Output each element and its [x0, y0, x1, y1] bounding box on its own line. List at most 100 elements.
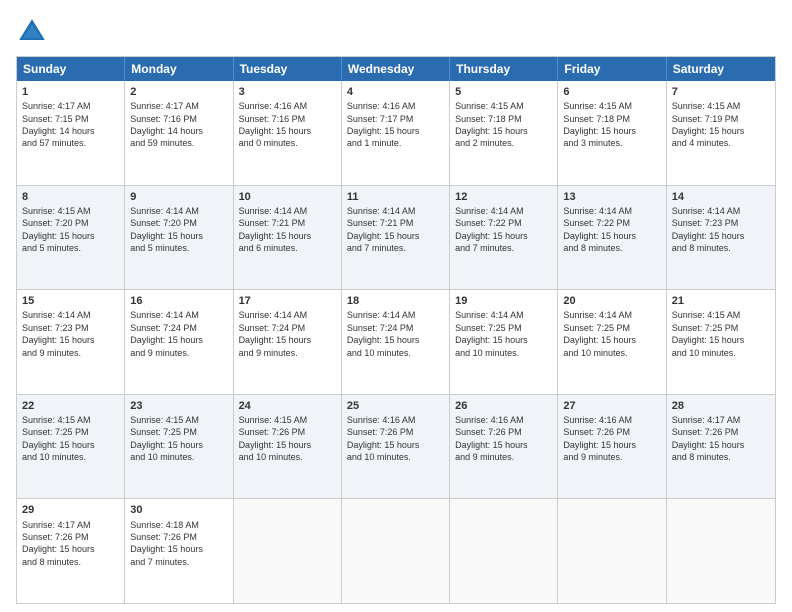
day-info: Sunrise: 4:14 AM Sunset: 7:21 PM Dayligh… [239, 206, 312, 253]
day-info: Sunrise: 4:14 AM Sunset: 7:25 PM Dayligh… [563, 310, 636, 357]
day-cell-25: 25Sunrise: 4:16 AM Sunset: 7:26 PM Dayli… [342, 395, 450, 499]
day-number: 17 [239, 294, 336, 308]
day-cell-1: 1 Sunrise: 4:17 AM Sunset: 7:15 PM Daylig… [17, 81, 125, 185]
day-number: 11 [347, 190, 444, 204]
day-number: 2 [130, 85, 227, 99]
day-cell-4: 4 Sunrise: 4:16 AM Sunset: 7:17 PM Daylig… [342, 81, 450, 185]
day-cell-5: 5Sunrise: 4:15 AM Sunset: 7:18 PM Daylig… [450, 81, 558, 185]
day-cell-24: 24 Sunrise: 4:15 AM Sunset: 7:26 PM Dayli… [234, 395, 342, 499]
day-number: 30 [130, 503, 227, 517]
header [16, 16, 776, 48]
day-cell-7: 7Sunrise: 4:15 AM Sunset: 7:19 PM Daylig… [667, 81, 775, 185]
day-info: Sunrise: 4:17 AM Sunset: 7:26 PM Dayligh… [672, 415, 745, 462]
day-number: 29 [22, 503, 119, 517]
day-info: Sunrise: 4:14 AM Sunset: 7:23 PM Dayligh… [22, 310, 95, 357]
day-cell-30: 30 Sunrise: 4:18 AM Sunset: 7:26 PM Dayli… [125, 499, 233, 603]
day-cell-26: 26 Sunrise: 4:16 AM Sunset: 7:26 PM Dayli… [450, 395, 558, 499]
day-number: 28 [672, 399, 770, 413]
day-cell-2: 2 Sunrise: 4:17 AM Sunset: 7:16 PM Daylig… [125, 81, 233, 185]
day-cell-17: 17 Sunrise: 4:14 AM Sunset: 7:24 PM Dayli… [234, 290, 342, 394]
day-info: Sunrise: 4:15 AM Sunset: 7:25 PM Dayligh… [672, 310, 745, 357]
day-number: 13 [563, 190, 660, 204]
day-cell-19: 19Sunrise: 4:14 AM Sunset: 7:25 PM Dayli… [450, 290, 558, 394]
day-number: 27 [563, 399, 660, 413]
day-cell-9: 9 Sunrise: 4:14 AM Sunset: 7:20 PM Daylig… [125, 186, 233, 290]
day-info: Sunrise: 4:14 AM Sunset: 7:21 PM Dayligh… [347, 206, 420, 253]
day-cell-10: 10 Sunrise: 4:14 AM Sunset: 7:21 PM Dayli… [234, 186, 342, 290]
empty-cell [450, 499, 558, 603]
day-cell-18: 18 Sunrise: 4:14 AM Sunset: 7:24 PM Dayli… [342, 290, 450, 394]
day-info: Sunrise: 4:17 AM Sunset: 7:16 PM Dayligh… [130, 101, 203, 148]
day-info: Sunrise: 4:15 AM Sunset: 7:20 PM Dayligh… [22, 206, 95, 253]
day-cell-15: 15 Sunrise: 4:14 AM Sunset: 7:23 PM Dayli… [17, 290, 125, 394]
day-number: 4 [347, 85, 444, 99]
day-number: 8 [22, 190, 119, 204]
day-number: 22 [22, 399, 119, 413]
calendar: SundayMondayTuesdayWednesdayThursdayFrid… [16, 56, 776, 604]
day-cell-16: 16 Sunrise: 4:14 AM Sunset: 7:24 PM Dayli… [125, 290, 233, 394]
day-cell-22: 22 Sunrise: 4:15 AM Sunset: 7:25 PM Dayli… [17, 395, 125, 499]
day-cell-11: 11 Sunrise: 4:14 AM Sunset: 7:21 PM Dayli… [342, 186, 450, 290]
page: SundayMondayTuesdayWednesdayThursdayFrid… [0, 0, 792, 612]
day-info: Sunrise: 4:18 AM Sunset: 7:26 PM Dayligh… [130, 520, 203, 567]
day-cell-23: 23Sunrise: 4:15 AM Sunset: 7:25 PM Dayli… [125, 395, 233, 499]
day-info: Sunrise: 4:14 AM Sunset: 7:22 PM Dayligh… [455, 206, 528, 253]
calendar-body: 1 Sunrise: 4:17 AM Sunset: 7:15 PM Daylig… [17, 81, 775, 603]
day-info: Sunrise: 4:15 AM Sunset: 7:18 PM Dayligh… [563, 101, 636, 148]
logo-icon [16, 16, 48, 48]
empty-cell [558, 499, 666, 603]
calendar-row-1: 1 Sunrise: 4:17 AM Sunset: 7:15 PM Daylig… [17, 81, 775, 185]
day-number: 5 [455, 85, 552, 99]
day-cell-12: 12Sunrise: 4:14 AM Sunset: 7:22 PM Dayli… [450, 186, 558, 290]
calendar-row-5: 29 Sunrise: 4:17 AM Sunset: 7:26 PM Dayli… [17, 498, 775, 603]
day-number: 3 [239, 85, 336, 99]
day-number: 21 [672, 294, 770, 308]
header-day-thursday: Thursday [450, 57, 558, 81]
day-number: 10 [239, 190, 336, 204]
day-cell-20: 20 Sunrise: 4:14 AM Sunset: 7:25 PM Dayli… [558, 290, 666, 394]
day-info: Sunrise: 4:15 AM Sunset: 7:26 PM Dayligh… [239, 415, 312, 462]
empty-cell [342, 499, 450, 603]
day-info: Sunrise: 4:14 AM Sunset: 7:23 PM Dayligh… [672, 206, 745, 253]
header-day-sunday: Sunday [17, 57, 125, 81]
day-number: 9 [130, 190, 227, 204]
day-cell-28: 28 Sunrise: 4:17 AM Sunset: 7:26 PM Dayli… [667, 395, 775, 499]
day-number: 18 [347, 294, 444, 308]
day-info: Sunrise: 4:16 AM Sunset: 7:26 PM Dayligh… [347, 415, 420, 462]
day-info: Sunrise: 4:15 AM Sunset: 7:25 PM Dayligh… [22, 415, 95, 462]
day-info: Sunrise: 4:14 AM Sunset: 7:20 PM Dayligh… [130, 206, 203, 253]
day-cell-6: 6 Sunrise: 4:15 AM Sunset: 7:18 PM Daylig… [558, 81, 666, 185]
day-number: 20 [563, 294, 660, 308]
day-cell-14: 14 Sunrise: 4:14 AM Sunset: 7:23 PM Dayli… [667, 186, 775, 290]
header-day-monday: Monday [125, 57, 233, 81]
day-cell-3: 3 Sunrise: 4:16 AM Sunset: 7:16 PM Daylig… [234, 81, 342, 185]
day-info: Sunrise: 4:14 AM Sunset: 7:25 PM Dayligh… [455, 310, 528, 357]
day-number: 1 [22, 85, 119, 99]
day-number: 15 [22, 294, 119, 308]
day-info: Sunrise: 4:17 AM Sunset: 7:15 PM Dayligh… [22, 101, 95, 148]
empty-cell [234, 499, 342, 603]
header-day-saturday: Saturday [667, 57, 775, 81]
day-cell-29: 29 Sunrise: 4:17 AM Sunset: 7:26 PM Dayli… [17, 499, 125, 603]
header-day-wednesday: Wednesday [342, 57, 450, 81]
day-info: Sunrise: 4:17 AM Sunset: 7:26 PM Dayligh… [22, 520, 95, 567]
day-info: Sunrise: 4:16 AM Sunset: 7:26 PM Dayligh… [563, 415, 636, 462]
empty-cell [667, 499, 775, 603]
day-info: Sunrise: 4:14 AM Sunset: 7:24 PM Dayligh… [347, 310, 420, 357]
logo [16, 16, 52, 48]
calendar-row-3: 15 Sunrise: 4:14 AM Sunset: 7:23 PM Dayli… [17, 289, 775, 394]
day-number: 24 [239, 399, 336, 413]
day-info: Sunrise: 4:16 AM Sunset: 7:26 PM Dayligh… [455, 415, 528, 462]
day-number: 14 [672, 190, 770, 204]
day-info: Sunrise: 4:16 AM Sunset: 7:16 PM Dayligh… [239, 101, 312, 148]
day-info: Sunrise: 4:15 AM Sunset: 7:25 PM Dayligh… [130, 415, 203, 462]
day-info: Sunrise: 4:14 AM Sunset: 7:24 PM Dayligh… [130, 310, 203, 357]
day-cell-27: 27 Sunrise: 4:16 AM Sunset: 7:26 PM Dayli… [558, 395, 666, 499]
day-number: 26 [455, 399, 552, 413]
day-info: Sunrise: 4:14 AM Sunset: 7:24 PM Dayligh… [239, 310, 312, 357]
day-cell-13: 13Sunrise: 4:14 AM Sunset: 7:22 PM Dayli… [558, 186, 666, 290]
day-info: Sunrise: 4:16 AM Sunset: 7:17 PM Dayligh… [347, 101, 420, 148]
day-number: 6 [563, 85, 660, 99]
calendar-row-2: 8 Sunrise: 4:15 AM Sunset: 7:20 PM Daylig… [17, 185, 775, 290]
day-number: 16 [130, 294, 227, 308]
